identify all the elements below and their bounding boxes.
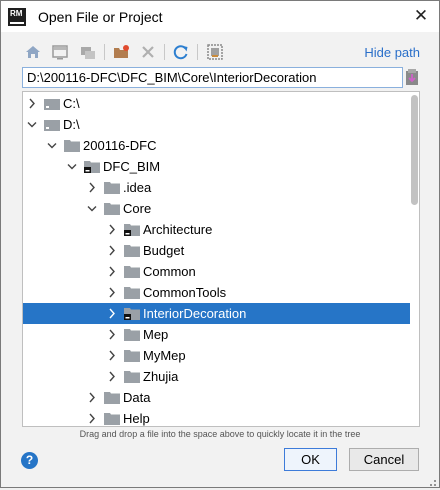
refresh-icon[interactable] (171, 42, 191, 62)
app-logo-icon: RM (8, 8, 26, 26)
tree-item-label: Core (123, 201, 152, 216)
resize-grip-icon[interactable] (427, 475, 437, 486)
tree-item-label: D:\ (63, 117, 80, 132)
tree-item-label: DFC_BIM (103, 159, 161, 174)
folder-icon (124, 369, 140, 383)
project-folder-icon (124, 222, 140, 236)
ok-button[interactable]: OK (284, 448, 337, 471)
chevron-right-icon[interactable] (106, 261, 118, 282)
path-input[interactable]: D:\200116-DFC\DFC_BIM\Core\InteriorDecor… (22, 67, 403, 88)
tree-row[interactable]: Budget (23, 240, 410, 261)
tree-item-label: Help (123, 411, 150, 426)
tree-item-label: CommonTools (143, 285, 227, 300)
tree-row[interactable]: Common (23, 261, 410, 282)
project-icon[interactable] (78, 42, 98, 62)
folder-icon (104, 201, 120, 215)
chevron-right-icon[interactable] (106, 324, 118, 345)
tree-row[interactable]: InteriorDecoration (23, 303, 410, 324)
help-icon[interactable]: ? (21, 452, 38, 469)
folder-icon (124, 285, 140, 299)
chevron-right-icon[interactable] (106, 219, 118, 240)
chevron-right-icon[interactable] (106, 282, 118, 303)
close-button[interactable]: ✕ (409, 5, 433, 27)
tree-item-label: Budget (143, 243, 185, 258)
toolbar-separator (104, 44, 105, 60)
tree-item-label: MyMep (143, 348, 186, 363)
tree-item-label: Common (143, 264, 196, 279)
chevron-down-icon[interactable] (66, 156, 78, 177)
folder-icon (104, 390, 120, 404)
chevron-right-icon[interactable] (106, 303, 118, 324)
drag-drop-hint: Drag and drop a file into the space abov… (79, 429, 361, 439)
folder-icon (124, 243, 140, 257)
chevron-down-icon[interactable] (46, 135, 58, 156)
project-folder-icon (84, 159, 100, 173)
tree-item-label: Data (123, 390, 151, 405)
tree-scrollbar[interactable] (410, 92, 419, 426)
toolbar-separator (197, 44, 198, 60)
delete-icon[interactable] (138, 42, 158, 62)
dialog-title: Open File or Project (38, 9, 163, 25)
tree-row[interactable]: .idea (23, 177, 410, 198)
home-icon[interactable] (23, 42, 43, 62)
tree-item-label: Mep (143, 327, 169, 342)
drive-icon (44, 117, 60, 131)
chevron-right-icon[interactable] (106, 345, 118, 366)
folder-icon (124, 348, 140, 362)
chevron-right-icon[interactable] (86, 387, 98, 408)
new-folder-icon[interactable] (111, 42, 131, 62)
cancel-button[interactable]: Cancel (349, 448, 419, 471)
tree-item-label: InteriorDecoration (143, 306, 247, 321)
project-folder-icon (124, 306, 140, 320)
hide-path-link[interactable]: Hide path (364, 45, 420, 60)
file-tree[interactable]: C:\ D:\ 200116-DFC DFC_BIM .idea Core Architec… (22, 91, 420, 427)
folder-icon (124, 264, 140, 278)
path-history-icon[interactable] (405, 68, 421, 86)
toolbar-separator (164, 44, 165, 60)
tree-row[interactable]: DFC_BIM (23, 156, 410, 177)
app-logo-text: RM (10, 9, 23, 18)
tree-item-label: 200116-DFC (83, 138, 157, 153)
tree-row[interactable]: 200116-DFC (23, 135, 410, 156)
tree-row[interactable]: Mep (23, 324, 410, 345)
folder-icon (104, 180, 120, 194)
chevron-down-icon[interactable] (26, 114, 38, 135)
toolbar: Hide path (1, 39, 439, 65)
chevron-down-icon[interactable] (86, 198, 98, 219)
desktop-icon[interactable] (50, 42, 70, 62)
show-hidden-icon[interactable] (205, 42, 225, 62)
tree-row[interactable]: Architecture (23, 219, 410, 240)
chevron-right-icon[interactable] (106, 366, 118, 387)
chevron-right-icon[interactable] (86, 177, 98, 198)
folder-icon (64, 138, 80, 152)
tree-row[interactable]: Data (23, 387, 410, 408)
tree-row[interactable]: Help (23, 408, 410, 426)
tree-row[interactable]: Zhujia (23, 366, 410, 387)
open-file-dialog: RM Open File or Project ✕ Hide path D:\2… (0, 0, 440, 488)
tree-item-label: Architecture (143, 222, 213, 237)
tree-row[interactable]: D:\ (23, 114, 410, 135)
tree-row[interactable]: CommonTools (23, 282, 410, 303)
chevron-right-icon[interactable] (26, 93, 38, 114)
title-bar[interactable]: RM Open File or Project ✕ (1, 1, 439, 32)
tree-scrollbar-thumb[interactable] (411, 95, 418, 205)
tree-row[interactable]: MyMep (23, 345, 410, 366)
tree-item-label: .idea (123, 180, 152, 195)
tree-item-label: C:\ (63, 96, 80, 111)
tree-row[interactable]: Core (23, 198, 410, 219)
drive-icon (44, 96, 60, 110)
chevron-right-icon[interactable] (106, 240, 118, 261)
tree-row[interactable]: C:\ (23, 93, 410, 114)
folder-icon (104, 411, 120, 425)
folder-icon (124, 327, 140, 341)
tree-item-label: Zhujia (143, 369, 179, 384)
chevron-right-icon[interactable] (86, 408, 98, 426)
